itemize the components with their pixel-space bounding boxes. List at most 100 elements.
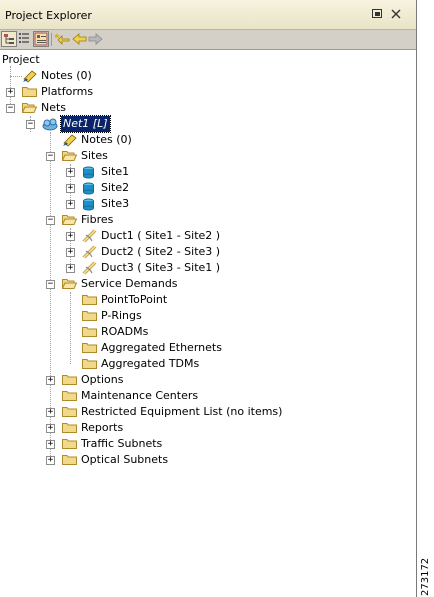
tree-view-icon[interactable] <box>1 31 17 47</box>
tree-label: Site1 <box>101 165 130 178</box>
tree-node-net1[interactable]: Net1 [L] <box>42 115 242 133</box>
tree-node-nets[interactable]: Nets <box>22 100 222 116</box>
close-icon[interactable] <box>389 8 403 22</box>
tree-label: Aggregated Ethernets <box>101 341 222 354</box>
tree-node-traffic-subnets[interactable]: Traffic Subnets <box>62 436 262 452</box>
expand-icon[interactable]: + <box>46 408 55 417</box>
expand-icon[interactable]: + <box>66 200 75 209</box>
folder-icon <box>82 343 97 353</box>
tree-node-maintenance-centers[interactable]: Maintenance Centers <box>62 388 302 404</box>
figure-id-label: 273172 <box>420 557 431 596</box>
tree-label: Maintenance Centers <box>81 389 199 402</box>
tree-label: Options <box>81 373 124 386</box>
tree-node-site[interactable]: Site1 <box>82 164 282 180</box>
folder-icon <box>62 423 77 433</box>
tree-node-fibres[interactable]: Fibres <box>62 212 262 228</box>
tree-label: ROADMs <box>101 325 149 338</box>
tree-node-sites[interactable]: Sites <box>62 148 262 164</box>
tree-node-duct[interactable]: Duct2 ( Site2 - Site3 ) <box>82 244 282 260</box>
tree-node-demand[interactable]: PointToPoint <box>82 292 282 308</box>
expand-icon[interactable]: + <box>46 440 55 449</box>
expand-icon[interactable]: + <box>66 168 75 177</box>
tree-node-project-notes[interactable]: Notes (0) <box>22 68 222 84</box>
tree-label: Traffic Subnets <box>81 437 163 450</box>
expand-icon[interactable]: + <box>66 264 75 273</box>
tree-node-platforms[interactable]: Platforms <box>22 84 222 100</box>
open-folder-icon <box>22 103 37 113</box>
tree-label: Site2 <box>101 181 130 194</box>
expand-icon[interactable]: + <box>66 248 75 257</box>
collapse-icon[interactable]: − <box>26 120 35 129</box>
tree-node-restricted-equipment[interactable]: Restricted Equipment List (no items) <box>62 404 362 420</box>
tree-guide-line <box>10 76 22 77</box>
notes-icon <box>23 70 37 83</box>
tree-label: Reports <box>81 421 124 434</box>
tree-node-net1-notes[interactable]: Notes (0) <box>62 132 262 148</box>
duct-icon <box>82 229 97 243</box>
collapse-icon[interactable]: − <box>46 152 55 161</box>
tree-guide-line <box>70 292 71 364</box>
toolbar <box>0 30 416 50</box>
toolbar-separator <box>51 33 52 46</box>
site-icon <box>83 182 94 195</box>
tree-label: Site3 <box>101 197 130 210</box>
restore-icon[interactable] <box>370 8 384 22</box>
tree-label: Nets <box>41 101 67 114</box>
tree-node-service-demands[interactable]: Service Demands <box>62 276 262 292</box>
tree-node-duct[interactable]: Duct3 ( Site3 - Site1 ) <box>82 260 282 276</box>
open-folder-icon <box>62 279 77 289</box>
collapse-icon[interactable]: − <box>6 104 15 113</box>
tree-node-site[interactable]: Site2 <box>82 180 282 196</box>
expand-icon[interactable]: + <box>46 376 55 385</box>
expand-icon[interactable]: + <box>46 456 55 465</box>
project-explorer-panel: Project Explorer Project Notes (0) + Pla… <box>0 0 417 597</box>
folder-icon <box>82 311 97 321</box>
title-bar: Project Explorer <box>0 0 416 30</box>
tree-node-optical-subnets[interactable]: Optical Subnets <box>62 452 262 468</box>
expand-icon[interactable]: + <box>6 88 15 97</box>
duct-icon <box>82 261 97 275</box>
back-arrow-icon[interactable] <box>71 31 87 47</box>
tree-label: Aggregated TDMs <box>101 357 200 370</box>
site-icon <box>83 198 94 211</box>
tree-label: Notes (0) <box>81 133 132 146</box>
star-back-icon[interactable] <box>54 31 70 47</box>
tree-label: Duct2 ( Site2 - Site3 ) <box>101 245 221 258</box>
tree-label: Service Demands <box>81 277 178 290</box>
tree-label: Fibres <box>81 213 114 226</box>
folder-icon <box>62 455 77 465</box>
tree-label: PointToPoint <box>101 293 168 306</box>
expand-icon[interactable]: + <box>66 232 75 241</box>
duct-icon <box>82 245 97 259</box>
folder-icon <box>82 295 97 305</box>
tree-label: Duct1 ( Site1 - Site2 ) <box>101 229 221 242</box>
notes-icon <box>63 134 77 147</box>
tree-node-demand[interactable]: Aggregated Ethernets <box>82 340 282 356</box>
folder-icon <box>62 375 77 385</box>
folder-icon <box>62 439 77 449</box>
open-folder-icon <box>62 215 77 225</box>
tree-node-options[interactable]: Options <box>62 372 262 388</box>
tree-label-selected: Net1 [L] <box>60 115 111 133</box>
forward-arrow-icon[interactable] <box>88 31 104 47</box>
network-icon <box>42 118 58 131</box>
tree-node-demand[interactable]: P-Rings <box>82 308 282 324</box>
tree-node-demand[interactable]: Aggregated TDMs <box>82 356 282 372</box>
tree-label: P-Rings <box>101 309 142 322</box>
tree-node-duct[interactable]: Duct1 ( Site1 - Site2 ) <box>82 228 282 244</box>
site-icon <box>83 166 94 179</box>
collapse-icon[interactable]: − <box>46 216 55 225</box>
tree-label: Optical Subnets <box>81 453 169 466</box>
tree-node-site[interactable]: Site3 <box>82 196 282 212</box>
tree-node-reports[interactable]: Reports <box>62 420 262 436</box>
expand-icon[interactable]: + <box>46 424 55 433</box>
tree-label: Restricted Equipment List (no items) <box>81 405 283 418</box>
list-view-icon[interactable] <box>17 31 33 47</box>
collapse-icon[interactable]: − <box>46 280 55 289</box>
tree-label: Sites <box>81 149 108 162</box>
folder-icon <box>62 407 77 417</box>
tree-node-demand[interactable]: ROADMs <box>82 324 282 340</box>
details-view-icon[interactable] <box>33 31 49 47</box>
expand-icon[interactable]: + <box>66 184 75 193</box>
open-folder-icon <box>62 151 77 161</box>
